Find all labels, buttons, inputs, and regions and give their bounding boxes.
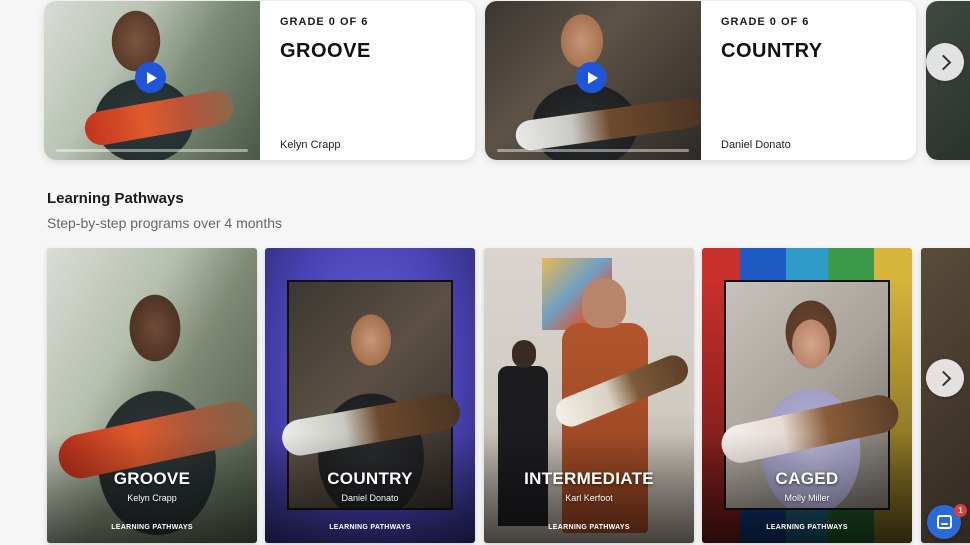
pathway-instructor: Karl Kerfoot [565, 493, 613, 503]
play-icon [147, 71, 157, 84]
play-icon [588, 71, 598, 84]
course-title: COUNTRY [721, 40, 823, 62]
pathway-tag: LEARNING PATHWAYS [766, 524, 848, 531]
pathway-instructor: Kelyn Crapp [127, 493, 177, 503]
pathway-title: CAGED [775, 469, 839, 488]
notification-badge: 1 [954, 504, 967, 517]
pathway-card-country[interactable]: COUNTRY Daniel Donato LEARNING PATHWAYS [265, 248, 475, 543]
pathway-card-caged[interactable]: CAGED Molly Miller LEARNING PATHWAYS [702, 248, 912, 543]
chevron-right-icon [935, 370, 951, 386]
pathway-title: COUNTRY [327, 469, 413, 488]
course-info: GRADE 0 OF 6 GROOVE Kelyn Crapp [260, 1, 475, 160]
course-title: GROOVE [280, 40, 371, 62]
play-button[interactable] [135, 62, 166, 93]
course-grade: GRADE 0 OF 6 [280, 16, 369, 28]
pathway-instructor: Daniel Donato [341, 493, 399, 503]
guitar-image [82, 88, 236, 148]
pathway-card-intermediate[interactable]: INTERMEDIATE Karl Kerfoot LEARNING PATHW… [484, 248, 694, 543]
section-subtitle: Step-by-step programs over 4 months [47, 215, 282, 231]
course-thumbnail [485, 1, 701, 160]
pathway-card-groove[interactable]: GROOVE Kelyn Crapp LEARNING PATHWAYS [47, 248, 257, 543]
course-info: GRADE 0 OF 6 COUNTRY Daniel Donato [701, 1, 916, 160]
guitar-image [513, 95, 701, 153]
course-carousel: GRADE 0 OF 6 GROOVE Kelyn Crapp GRADE 0 … [0, 0, 970, 162]
course-instructor: Daniel Donato [721, 139, 791, 151]
course-card-country[interactable]: GRADE 0 OF 6 COUNTRY Daniel Donato [485, 1, 916, 160]
chat-icon [936, 515, 952, 529]
course-grade: GRADE 0 OF 6 [721, 16, 810, 28]
pathway-instructor: Molly Miller [784, 493, 830, 503]
carousel-next-button[interactable] [926, 43, 964, 81]
video-progress-bar [56, 149, 248, 152]
course-card-groove[interactable]: GRADE 0 OF 6 GROOVE Kelyn Crapp [44, 1, 475, 160]
pathway-tag: LEARNING PATHWAYS [111, 524, 193, 531]
pathway-title: GROOVE [113, 469, 191, 488]
section-title: Learning Pathways [47, 190, 184, 207]
chevron-right-icon [935, 54, 951, 70]
course-instructor: Kelyn Crapp [280, 139, 341, 151]
play-button[interactable] [576, 62, 607, 93]
course-thumbnail [44, 1, 260, 160]
pathway-title: INTERMEDIATE [524, 469, 654, 488]
pathway-tag: LEARNING PATHWAYS [329, 524, 411, 531]
video-progress-bar [497, 149, 689, 152]
pathways-next-button[interactable] [926, 359, 964, 397]
pathway-tag: LEARNING PATHWAYS [548, 524, 630, 531]
